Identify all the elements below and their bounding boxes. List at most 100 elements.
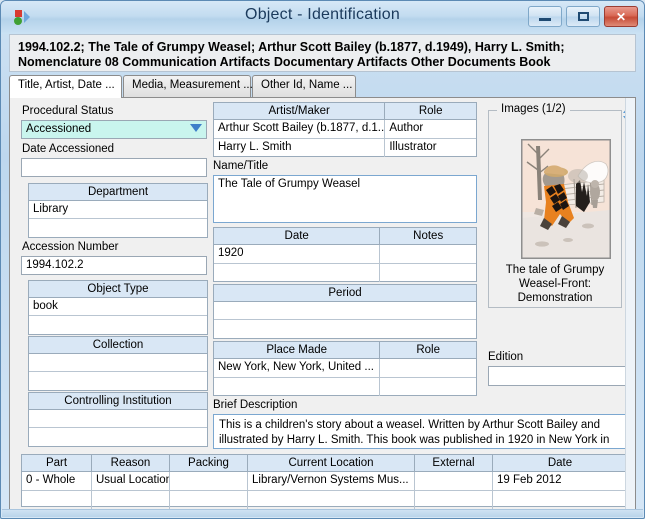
table-row[interactable]: New York, New York, United ... — [214, 359, 476, 378]
table-row[interactable]: Harry L. Smith Illustrator — [214, 139, 476, 157]
date-accessioned-label: Date Accessioned — [22, 143, 115, 155]
minimize-button[interactable] — [528, 6, 562, 27]
list-item[interactable] — [214, 302, 476, 320]
controlling-institution-list[interactable]: Controlling Institution — [28, 392, 208, 447]
identification-panel: Procedural Status Accessioned Date Acces… — [9, 97, 636, 513]
brief-description-textarea[interactable]: This is a children's story about a wease… — [213, 414, 628, 449]
list-item[interactable] — [29, 354, 207, 372]
procedural-status-label: Procedural Status — [22, 105, 114, 117]
table-header-row: Artist/Maker Role — [214, 103, 476, 120]
list-item[interactable] — [29, 219, 207, 237]
image-caption: The tale of Grumpy Weasel-Front: Demonst… — [505, 264, 605, 304]
list-item[interactable]: Library — [29, 201, 207, 219]
chevron-down-icon[interactable] — [190, 124, 202, 132]
cell-date[interactable]: 1920 — [214, 245, 381, 263]
table-row[interactable]: Arthur Scott Bailey (b.1877, d.1... Auth… — [214, 120, 476, 139]
column-header-external[interactable]: External — [415, 455, 493, 471]
edition-input[interactable] — [488, 366, 628, 386]
list-item[interactable] — [29, 316, 207, 334]
location-table[interactable]: Part Reason Packing Current Location Ext… — [21, 454, 628, 509]
table-row[interactable]: 1920 — [214, 245, 476, 264]
collection-header: Collection — [29, 337, 207, 354]
cell-external[interactable] — [415, 472, 493, 490]
list-item[interactable] — [29, 410, 207, 428]
table-row[interactable]: 0 - Whole Usual Location Library/Vernon … — [22, 472, 627, 491]
cell-date[interactable]: 19 Feb 2012 — [493, 472, 627, 490]
department-header: Department — [29, 184, 207, 201]
tab-media-measurement[interactable]: Media, Measurement ... — [123, 75, 253, 97]
list-item[interactable] — [29, 428, 207, 446]
controlling-institution-header: Controlling Institution — [29, 393, 207, 410]
cell-part[interactable] — [22, 491, 92, 509]
cell-part[interactable]: 0 - Whole — [22, 472, 92, 490]
cell-notes[interactable] — [380, 245, 476, 263]
column-header-date[interactable]: Date — [493, 455, 627, 471]
status-bar — [2, 509, 643, 517]
column-header-place-made[interactable]: Place Made — [214, 342, 381, 358]
maximize-button[interactable] — [566, 6, 600, 27]
date-notes-table[interactable]: Date Notes 1920 — [213, 227, 477, 282]
cell-packing[interactable] — [170, 472, 248, 490]
collection-list[interactable]: Collection — [28, 336, 208, 391]
close-button[interactable]: ✕ — [604, 6, 638, 27]
window-controls: ✕ — [528, 6, 638, 27]
column-header-part[interactable]: Part — [22, 455, 92, 471]
cell-reason[interactable] — [92, 491, 170, 509]
column-header-notes[interactable]: Notes — [380, 228, 476, 244]
object-type-header: Object Type — [29, 281, 207, 298]
edition-label: Edition — [488, 351, 524, 363]
cell-date[interactable] — [214, 264, 381, 282]
period-header: Period — [214, 285, 476, 302]
cell-place-made[interactable] — [214, 378, 381, 396]
list-item[interactable] — [214, 320, 476, 338]
accession-number-input[interactable]: 1994.102.2 — [21, 256, 207, 275]
accession-number-label: Accession Number — [22, 241, 119, 253]
cell-current-location[interactable] — [248, 491, 415, 509]
procedural-status-value: Accessioned — [26, 123, 92, 135]
date-accessioned-input[interactable] — [21, 158, 207, 177]
table-row[interactable] — [214, 378, 476, 396]
department-list[interactable]: Department Library — [28, 183, 208, 238]
cell-current-location[interactable]: Library/Vernon Systems Mus... — [248, 472, 415, 490]
cell-place-role[interactable] — [380, 359, 476, 377]
object-type-list[interactable]: Object Type book — [28, 280, 208, 335]
column-header-place-role[interactable]: Role — [380, 342, 476, 358]
cell-notes[interactable] — [380, 264, 476, 282]
tab-title-artist-date[interactable]: Title, Artist, Date ... — [9, 75, 122, 98]
cell-packing[interactable] — [170, 491, 248, 509]
image-thumbnail[interactable] — [521, 139, 611, 259]
tab-other-id-name[interactable]: Other Id, Name ... — [252, 75, 356, 97]
table-row[interactable] — [22, 491, 627, 509]
vertical-scrollbar[interactable] — [625, 98, 635, 512]
column-header-date[interactable]: Date — [214, 228, 381, 244]
name-title-input[interactable]: The Tale of Grumpy Weasel — [213, 175, 477, 223]
list-item[interactable]: book — [29, 298, 207, 316]
table-row[interactable] — [214, 264, 476, 282]
minimize-icon — [539, 18, 551, 21]
images-group: Images (1/2) The tale of Grumpy Weasel-F… — [488, 103, 622, 308]
cell-place-made[interactable]: New York, New York, United ... — [214, 359, 381, 377]
cell-artist[interactable]: Arthur Scott Bailey (b.1877, d.1... — [214, 120, 386, 138]
artist-maker-table[interactable]: Artist/Maker Role Arthur Scott Bailey (b… — [213, 102, 477, 157]
place-made-table[interactable]: Place Made Role New York, New York, Unit… — [213, 341, 477, 396]
column-header-reason[interactable]: Reason — [92, 455, 170, 471]
list-item[interactable] — [29, 372, 207, 390]
name-title-label: Name/Title — [213, 160, 269, 172]
cell-artist[interactable]: Harry L. Smith — [214, 139, 386, 157]
cell-external[interactable] — [415, 491, 493, 509]
brief-description-label: Brief Description — [213, 399, 298, 411]
procedural-status-combo[interactable]: Accessioned — [21, 120, 207, 139]
table-header-row: Place Made Role — [214, 342, 476, 359]
maximize-icon — [577, 12, 589, 21]
cell-role[interactable]: Illustrator — [385, 139, 476, 157]
cell-reason[interactable]: Usual Location — [92, 472, 170, 490]
cell-place-role[interactable] — [380, 378, 476, 396]
column-header-artist[interactable]: Artist/Maker — [214, 103, 386, 119]
column-header-role[interactable]: Role — [385, 103, 476, 119]
column-header-current-location[interactable]: Current Location — [248, 455, 415, 471]
title-bar[interactable]: Object - Identification ✕ — [1, 1, 644, 34]
cell-date[interactable] — [493, 491, 627, 509]
cell-role[interactable]: Author — [385, 120, 476, 138]
column-header-packing[interactable]: Packing — [170, 455, 248, 471]
period-list[interactable]: Period — [213, 284, 477, 339]
